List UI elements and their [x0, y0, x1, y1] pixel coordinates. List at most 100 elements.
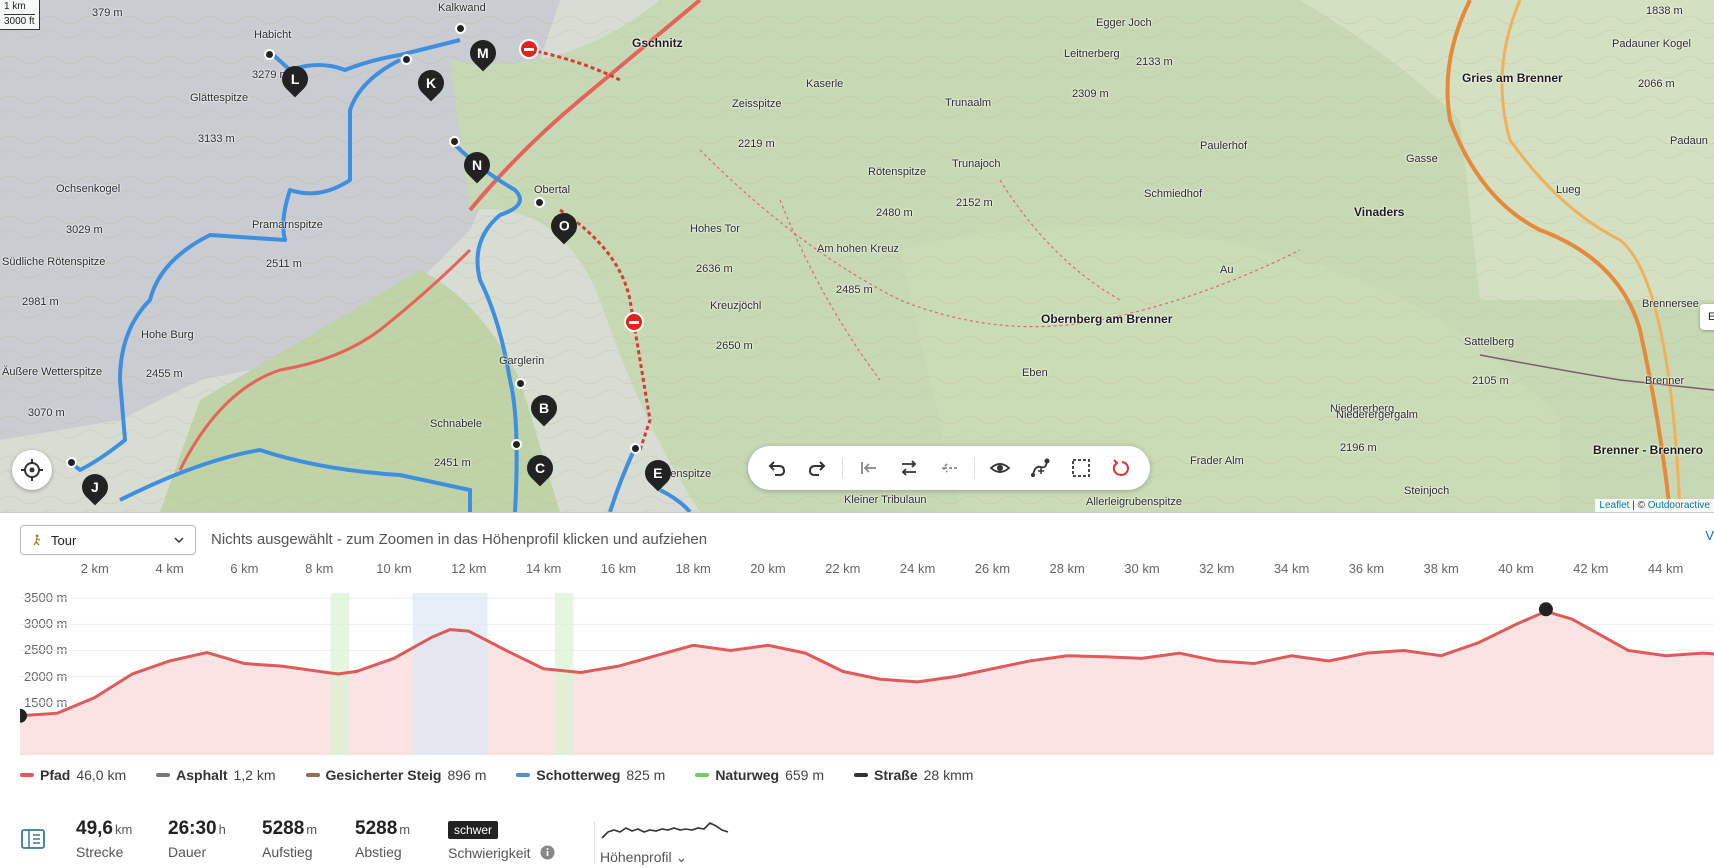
peak-elevation: 3133 m: [198, 133, 235, 145]
place-label: Kleiner Tribulaun: [844, 494, 927, 506]
locate-button[interactable]: [12, 450, 52, 490]
redo-button[interactable]: [800, 450, 834, 486]
map-edge-button[interactable]: E: [1700, 304, 1714, 330]
undo-icon: [768, 461, 786, 476]
route-point[interactable]: [264, 49, 275, 60]
route-point[interactable]: [449, 136, 460, 147]
map-label: 379 m: [92, 7, 123, 19]
elevation-profile-chart[interactable]: [20, 593, 1714, 755]
stat-unit: m: [399, 822, 411, 837]
tour-type-select[interactable]: Tour: [20, 525, 196, 555]
peak-elevation: 2480 m: [876, 207, 913, 219]
x-tick-label: 12 km: [451, 561, 487, 576]
elevation-panel: Tour Nichts ausgewählt - zum Zoomen in d…: [0, 512, 1714, 868]
legend-item: Naturweg 659 m: [695, 767, 824, 783]
stat-value: 5288: [355, 818, 398, 839]
route-point[interactable]: [401, 54, 412, 65]
waypoint-label: B: [538, 400, 550, 416]
peak-label: Pramarnspitze: [252, 219, 323, 231]
legend-name: Gesicherter Steig: [325, 767, 442, 783]
legend-item: Schotterweg 825 m: [516, 767, 665, 783]
x-tick-label: 8 km: [305, 561, 334, 576]
place-label: Niederergergalm: [1336, 409, 1418, 421]
waypoint-label: N: [471, 157, 483, 173]
place-label: Paulerhof: [1200, 140, 1248, 152]
legend-item: Gesicherter Steig 896 m: [305, 767, 486, 783]
no-entry-icon: [624, 312, 644, 332]
stat-caption: Abstieg: [355, 844, 402, 860]
legend-item: Asphalt 1,2 km: [156, 767, 276, 783]
toolbar-divider: [974, 457, 976, 479]
jump-to-start-button[interactable]: [851, 450, 885, 486]
peak-label: Rötenspitze: [868, 166, 927, 178]
select-area-button[interactable]: [1064, 450, 1098, 486]
legend-swatch: [695, 773, 710, 777]
x-tick-label: 10 km: [376, 561, 412, 576]
route-point[interactable]: [534, 197, 545, 208]
x-tick-label: 18 km: [675, 561, 711, 576]
peak-elevation: 2309 m: [1072, 88, 1109, 100]
reset-button[interactable]: [1104, 450, 1138, 486]
route-point[interactable]: [66, 457, 77, 468]
peak-label: Südliche Rötenspitze: [2, 256, 106, 268]
waypoint-label: M: [477, 45, 489, 62]
town-label: Brenner: [1645, 375, 1685, 387]
visibility-button[interactable]: [983, 450, 1017, 486]
place-label: Steinjoch: [1404, 485, 1450, 497]
legend-swatch: [854, 773, 869, 777]
stat-caption: Aufstieg: [262, 844, 313, 860]
stat-unit: km: [114, 822, 133, 837]
peak-label: Garglerin: [499, 355, 545, 367]
details-panel-icon[interactable]: [20, 828, 46, 850]
peak-label: Leitnerberg: [1064, 48, 1120, 60]
provider-link[interactable]: Outdooractive: [1648, 500, 1710, 511]
peak-label: Habicht: [254, 29, 292, 41]
route-point[interactable]: [455, 23, 466, 34]
x-tick-label: 30 km: [1124, 561, 1160, 576]
x-tick-label: 20 km: [750, 561, 786, 576]
add-waypoint-button[interactable]: [1023, 450, 1057, 486]
x-tick-label: 32 km: [1199, 561, 1235, 576]
legend-name: Pfad: [40, 767, 71, 783]
profile-link-label: Höhenprofil: [600, 849, 672, 865]
profile-area: [20, 611, 1714, 755]
hiker-icon: [33, 534, 41, 546]
x-tick-label: 40 km: [1498, 561, 1534, 576]
route-point[interactable]: [630, 443, 641, 454]
attribution-separator: | ©: [1629, 500, 1648, 511]
crosshair-icon: [21, 459, 43, 481]
town-label: Brenner - Brennero: [1593, 443, 1704, 457]
waypoint-label: K: [425, 75, 437, 91]
peak-elevation: 2511 m: [266, 258, 302, 270]
back-to-start-icon: [941, 463, 957, 473]
peak-elevation: 2455 m: [146, 368, 183, 380]
leaflet-link[interactable]: Leaflet: [1599, 500, 1629, 511]
town-label: Obernberg am Brenner: [1041, 312, 1173, 326]
peak-elevation: 3029 m: [66, 224, 103, 236]
reverse-route-button[interactable]: [892, 450, 926, 486]
summit-marker-icon: [1538, 602, 1553, 617]
place-label: Eben: [1022, 367, 1048, 379]
stat-value: 5288: [262, 818, 305, 839]
map[interactable]: 1 km 3000 ft 379 m Gschnitz Gries am Bre…: [0, 0, 1714, 512]
town-label: Obertal: [534, 184, 571, 196]
route-point[interactable]: [511, 439, 522, 450]
route-point[interactable]: [515, 378, 526, 389]
jump-to-start-icon: [860, 462, 876, 474]
edge-link[interactable]: V: [1705, 528, 1714, 543]
profile-toggle[interactable]: Höhenprofil ⌄: [600, 818, 730, 866]
peak-label: Hohes Tor: [690, 223, 740, 235]
peak-label: Egger Joch: [1096, 17, 1152, 29]
x-tick-label: 6 km: [230, 561, 259, 576]
back-to-start-button[interactable]: [932, 450, 966, 486]
undo-button[interactable]: [760, 450, 794, 486]
waypoint-label: J: [91, 479, 99, 496]
map-attribution: Leaflet | © Outdooractive: [1595, 499, 1714, 512]
place-label: Frader Alm: [1190, 455, 1244, 467]
legend-swatch: [156, 773, 171, 777]
difficulty-badge: schwer: [448, 821, 499, 839]
waypoint-label: L: [290, 71, 300, 87]
info-icon[interactable]: [540, 845, 555, 860]
x-tick-label: 44 km: [1647, 561, 1684, 576]
legend-item: Pfad 46,0 km: [20, 767, 126, 783]
